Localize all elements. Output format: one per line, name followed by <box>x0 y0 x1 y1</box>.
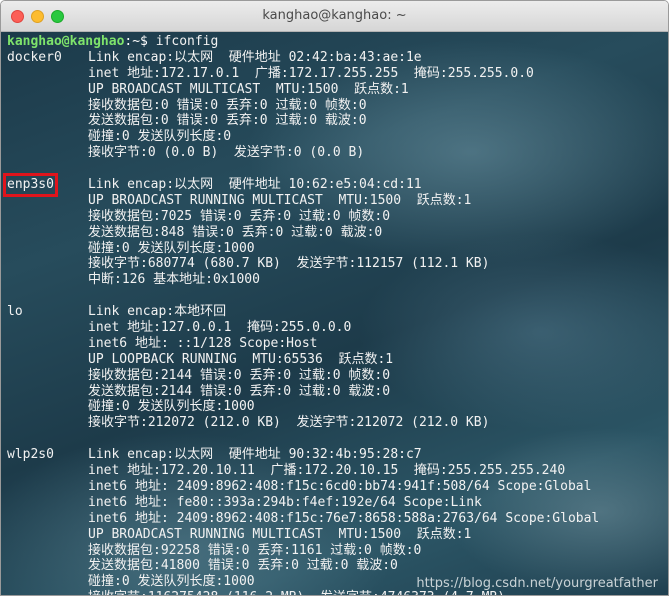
output-line: UP BROADCAST MULTICAST MTU:1500 跃点数:1 <box>7 82 668 98</box>
interface-detail: Link encap:以太网 硬件地址 10:62:e5:04:cd:11 <box>87 177 422 193</box>
interface-detail: 碰撞:0 发送队列长度:1000 <box>88 240 255 256</box>
output-line: 碰撞:0 发送队列长度:0 <box>7 129 668 145</box>
interface-detail: inet6 地址: fe80::393a:294b:f4ef:192e/64 S… <box>88 494 482 510</box>
output-line: UP LOOPBACK RUNNING MTU:65536 跃点数:1 <box>7 352 668 368</box>
interface-detail: UP BROADCAST MULTICAST MTU:1500 跃点数:1 <box>88 81 409 97</box>
interface-detail: 接收字节:0 (0.0 B) 发送字节:0 (0.0 B) <box>88 145 365 161</box>
output-line: 接收字节:212072 (212.0 KB) 发送字节:212072 (212.… <box>7 415 668 431</box>
output-line: enp3s0 Link encap:以太网 硬件地址 10:62:e5:04:cd… <box>3 173 668 197</box>
interface-detail: inet 地址:127.0.0.1 掩码:255.0.0.0 <box>88 320 352 336</box>
ifconfig-output: docker0 Link encap:以太网 硬件地址 02:42:ba:43:a… <box>3 50 668 595</box>
interface-detail: 碰撞:0 发送队列长度:1000 <box>88 399 255 415</box>
interface-name: docker0 <box>7 49 62 65</box>
watermark: https://blog.csdn.net/yourgreatfather <box>416 576 658 591</box>
output-line: 接收数据包:2144 错误:0 丢弃:0 过载:0 帧数:0 <box>7 368 668 384</box>
output-line: inet 地址:172.20.10.11 广播:172.20.10.15 掩码:… <box>7 463 668 479</box>
interface-detail: 接收数据包:92258 错误:0 丢弃:1161 过载:0 帧数:0 <box>88 542 422 558</box>
output-line: 发送数据包:0 错误:0 丢弃:0 过载:0 载波:0 <box>7 113 668 129</box>
interface-detail: 中断:126 基本地址:0x1000 <box>88 272 260 288</box>
interface-detail: 碰撞:0 发送队列长度:1000 <box>88 574 255 590</box>
terminal-output[interactable]: kanghao@kanghao:~$ ifconfig docker0 Link … <box>1 32 668 595</box>
prompt-path: :~$ <box>124 34 156 49</box>
output-line: 碰撞:0 发送队列长度:1000 <box>7 241 668 257</box>
output-line: 发送数据包:41800 错误:0 丢弃:0 过载:0 载波:0 <box>7 558 668 574</box>
interface-detail: UP BROADCAST RUNNING MULTICAST MTU:1500 … <box>88 526 472 542</box>
interface-name: wlp2s0 <box>7 447 54 463</box>
output-line: inet 地址:127.0.0.1 掩码:255.0.0.0 <box>7 320 668 336</box>
interface-detail: UP BROADCAST RUNNING MULTICAST MTU:1500 … <box>88 192 472 208</box>
output-line: 接收字节:0 (0.0 B) 发送字节:0 (0.0 B) <box>7 145 668 161</box>
highlighted-interface-name: enp3s0 <box>3 173 58 197</box>
output-line: inet6 地址: fe80::393a:294b:f4ef:192e/64 S… <box>7 495 668 511</box>
output-line: wlp2s0 Link encap:以太网 硬件地址 90:32:4b:95:28… <box>7 447 668 463</box>
interface-detail: Link encap:以太网 硬件地址 02:42:ba:43:ae:1e <box>88 49 422 65</box>
output-line: UP BROADCAST RUNNING MULTICAST MTU:1500 … <box>7 527 668 543</box>
output-line: 碰撞:0 发送队列长度:1000 <box>7 399 668 415</box>
interface-name: lo <box>7 304 23 320</box>
window-title: kanghao@kanghao: ~ <box>262 8 407 23</box>
interface-detail: 发送数据包:848 错误:0 丢弃:0 过载:0 载波:0 <box>88 224 383 240</box>
interface-detail: Link encap:本地环回 <box>88 304 227 320</box>
interface-detail: 碰撞:0 发送队列长度:0 <box>88 129 232 145</box>
command-text: ifconfig <box>155 34 219 49</box>
interface-detail: inet6 地址: ::1/128 Scope:Host <box>88 335 318 351</box>
output-line: 发送数据包:848 错误:0 丢弃:0 过载:0 载波:0 <box>7 225 668 241</box>
interface-detail: 接收字节:680774 (680.7 KB) 发送字节:112157 (112.… <box>88 256 490 272</box>
interface-detail: 发送数据包:41800 错误:0 丢弃:0 过载:0 载波:0 <box>88 558 398 574</box>
interface-detail: inet 地址:172.20.10.11 广播:172.20.10.15 掩码:… <box>88 463 566 479</box>
interface-detail: 接收数据包:7025 错误:0 丢弃:0 过载:0 帧数:0 <box>88 208 391 224</box>
output-line: 接收数据包:92258 错误:0 丢弃:1161 过载:0 帧数:0 <box>7 543 668 559</box>
output-line: inet6 地址: 2409:8962:408:f15c:76e7:8658:5… <box>7 511 668 527</box>
interface-detail: 接收数据包:2144 错误:0 丢弃:0 过载:0 帧数:0 <box>88 367 391 383</box>
output-line: lo Link encap:本地环回 <box>7 304 668 320</box>
interface-detail: 发送数据包:2144 错误:0 丢弃:0 过载:0 载波:0 <box>88 383 391 399</box>
title-bar[interactable]: kanghao@kanghao: ~ <box>1 1 668 32</box>
terminal-window: kanghao@kanghao: ~ kanghao@kanghao:~$ if… <box>0 0 669 596</box>
interface-detail: 接收数据包:0 错误:0 丢弃:0 过载:0 帧数:0 <box>88 97 367 113</box>
interface-detail: inet 地址:172.17.0.1 广播:172.17.255.255 掩码:… <box>88 65 534 81</box>
output-line: 发送数据包:2144 错误:0 丢弃:0 过载:0 载波:0 <box>7 384 668 400</box>
interface-detail: 发送数据包:0 错误:0 丢弃:0 过载:0 载波:0 <box>88 113 367 129</box>
output-line: 接收字节:116275428 (116.2 MB) 发送字节:4746373 (… <box>7 590 668 595</box>
interface-detail: inet6 地址: 2409:8962:408:f15c:76e7:8658:5… <box>88 510 600 526</box>
output-line: 接收数据包:0 错误:0 丢弃:0 过载:0 帧数:0 <box>7 98 668 114</box>
output-line: inet6 地址: 2409:8962:408:f15c:6cd0:bb74:9… <box>7 479 668 495</box>
interface-detail: 接收字节:212072 (212.0 KB) 发送字节:212072 (212.… <box>88 415 490 431</box>
output-line: 接收数据包:7025 错误:0 丢弃:0 过载:0 帧数:0 <box>7 209 668 225</box>
prompt-line: kanghao@kanghao:~$ ifconfig <box>7 34 668 50</box>
output-line: 中断:126 基本地址:0x1000 <box>7 272 668 288</box>
interface-detail: inet6 地址: 2409:8962:408:f15c:6cd0:bb74:9… <box>88 478 592 494</box>
output-line: docker0 Link encap:以太网 硬件地址 02:42:ba:43:a… <box>7 50 668 66</box>
output-line: 接收字节:680774 (680.7 KB) 发送字节:112157 (112.… <box>7 256 668 272</box>
prompt-user-host: kanghao@kanghao <box>7 34 125 49</box>
interface-detail: Link encap:以太网 硬件地址 90:32:4b:95:28:c7 <box>88 447 422 463</box>
output-line: inet6 地址: ::1/128 Scope:Host <box>7 336 668 352</box>
output-line: UP BROADCAST RUNNING MULTICAST MTU:1500 … <box>7 193 668 209</box>
interface-detail: 接收字节:116275428 (116.2 MB) 发送字节:4746373 (… <box>88 590 505 595</box>
interface-detail: UP LOOPBACK RUNNING MTU:65536 跃点数:1 <box>88 351 394 367</box>
output-line: inet 地址:172.17.0.1 广播:172.17.255.255 掩码:… <box>7 66 668 82</box>
